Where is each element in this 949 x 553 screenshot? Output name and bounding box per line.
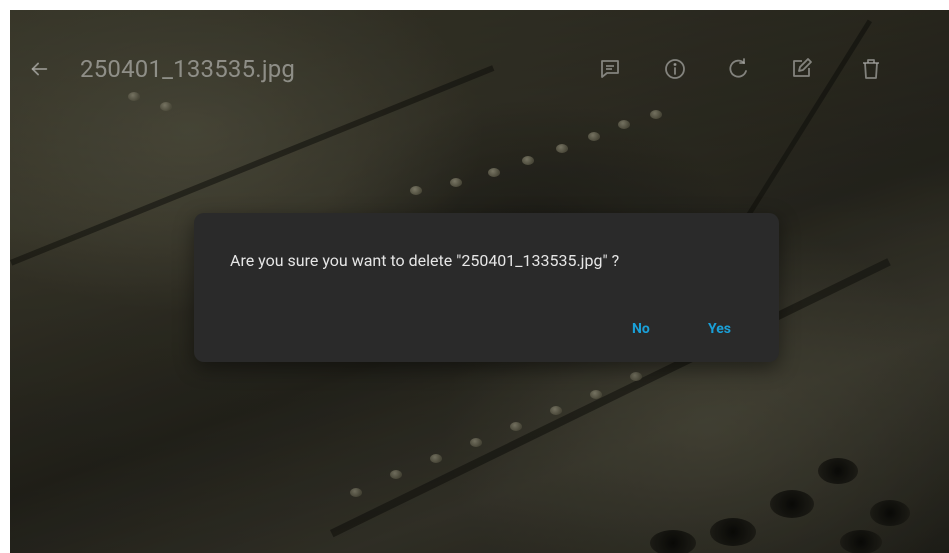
yes-button[interactable]: Yes <box>704 319 735 339</box>
no-button[interactable]: No <box>628 319 654 339</box>
dialog-message: Are you sure you want to delete "250401_… <box>230 251 620 270</box>
photo-viewer-screen: 250401_133535.jpg Are you sure you want … <box>10 10 949 553</box>
delete-confirm-dialog: Are you sure you want to delete "250401_… <box>194 213 779 362</box>
